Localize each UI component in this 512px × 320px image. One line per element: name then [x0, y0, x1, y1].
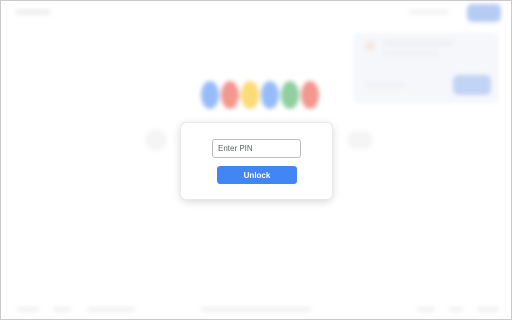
blurred-notification-line: [383, 41, 453, 46]
blurred-logo-letter: [301, 81, 319, 109]
blurred-notification-button: [453, 75, 491, 95]
blurred-notification-link: [365, 83, 405, 87]
blurred-logo-letter: [221, 81, 239, 109]
blurred-logo-letter: [261, 81, 279, 109]
blurred-logo-letter: [201, 81, 219, 109]
blurred-footer: [1, 301, 511, 319]
blurred-search-icon: [145, 129, 167, 151]
blurred-top-left-link: [15, 9, 51, 15]
browser-viewport: Unlock: [0, 0, 512, 320]
blurred-logo: [201, 81, 319, 117]
blurred-sign-in-button: [467, 4, 501, 22]
blurred-notification-line: [383, 51, 439, 56]
blurred-logo-letter: [281, 81, 299, 109]
pin-unlock-dialog: Unlock: [181, 123, 332, 199]
blurred-logo-letter: [241, 81, 259, 109]
blurred-top-right-links: [409, 9, 449, 15]
blurred-mic-icon: [347, 131, 373, 149]
unlock-button[interactable]: Unlock: [217, 166, 297, 184]
pin-input[interactable]: [212, 139, 301, 158]
blurred-notification-icon: [365, 41, 375, 51]
